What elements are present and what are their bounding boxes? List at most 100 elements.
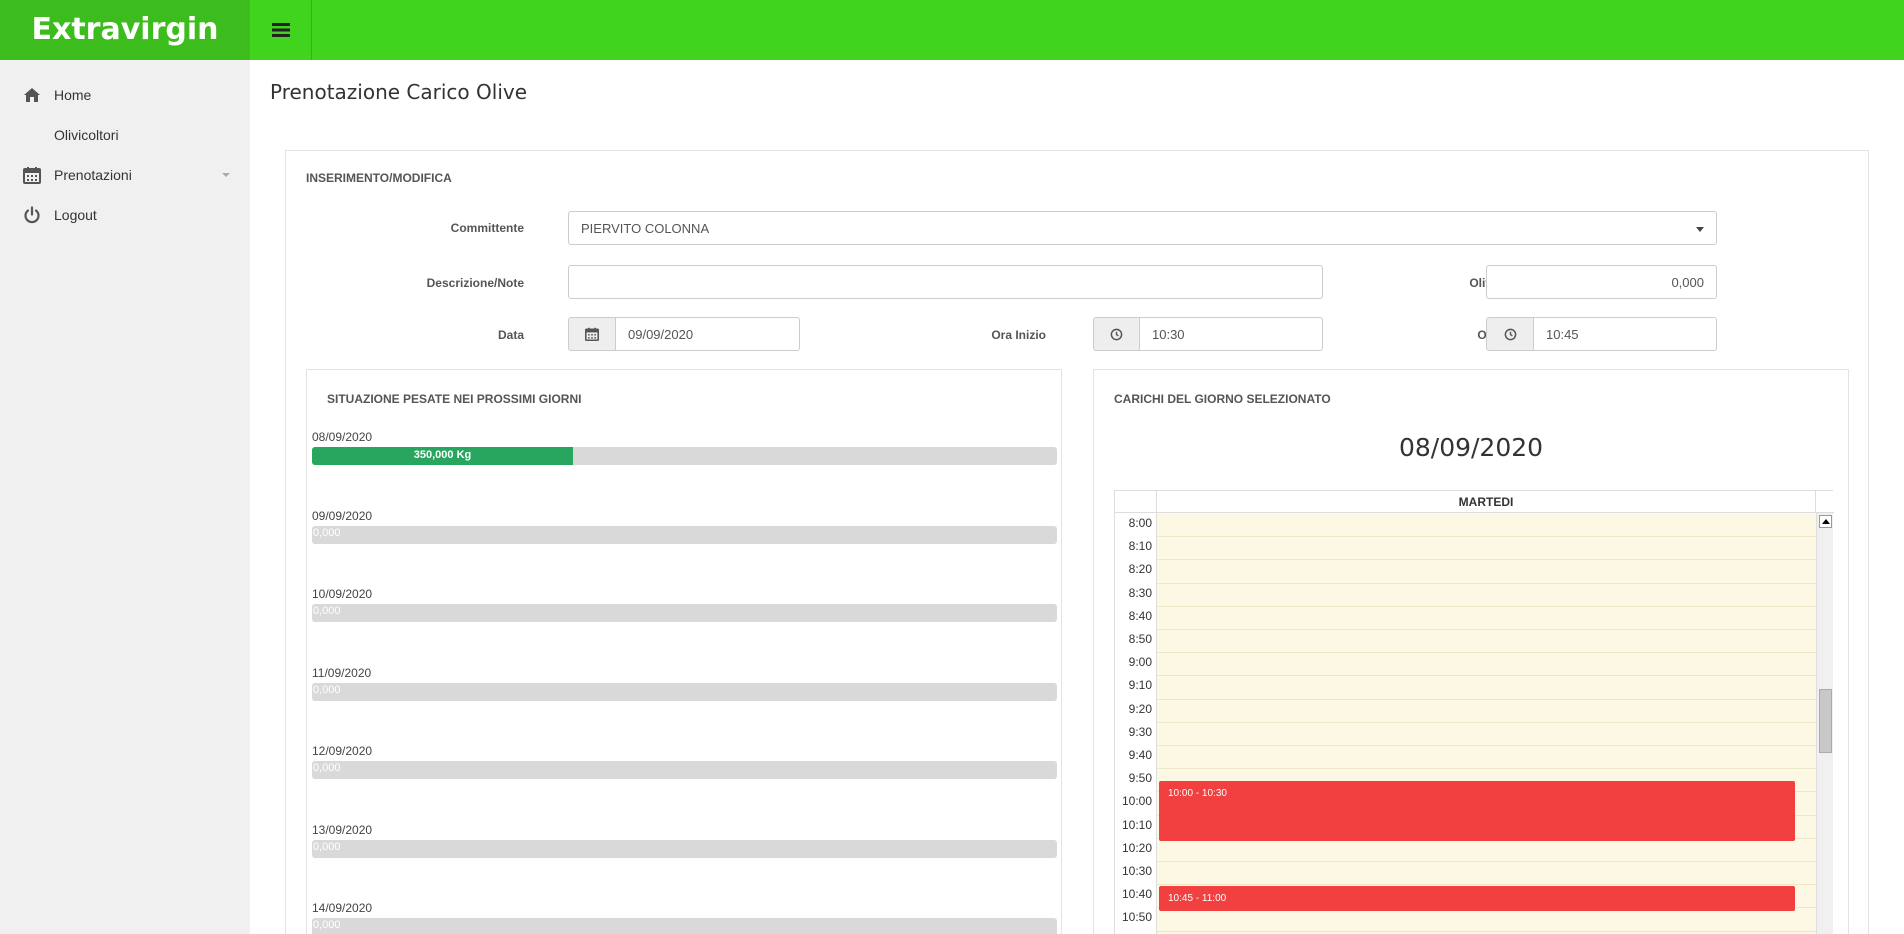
time-slot-divider [1157,536,1816,538]
day-date: 09/09/2020 [312,508,373,523]
time-slot-label: 8:20 [1128,562,1152,577]
day-date: 08/09/2020 [312,430,373,444]
committente-label: Committente [450,221,524,235]
weight-progress-bar: 350,000 Kg [312,447,1057,465]
section-title: INSERIMENTO/MODIFICA [306,171,452,185]
day-weight-row: 13/09/2020 0,000 [312,823,1057,873]
time-slot-label: 8:00 [1128,516,1152,530]
schedule-header: MARTEDI [1115,491,1834,513]
main-content: Prenotazione Carico Olive INSERIMENTO/MO… [250,60,1904,934]
data-input[interactable]: 09/09/2020 [615,317,800,351]
sidebar-item-label: Logout [54,207,97,223]
time-column: 8:00 8:10 8:20 8:30 8:40 8:50 9:00 9:10 9:20 9:30… [1115,513,1157,934]
ora-inizio-clock-addon[interactable] [1093,317,1140,351]
sidebar-item-olivicoltori[interactable]: Olivicoltori [0,115,250,155]
descrizione-input[interactable] [568,265,1323,299]
booking-event[interactable]: 10:00 - 10:30 [1159,781,1795,841]
weight-progress-label: 0,000 [313,605,341,617]
scrollbar-thumb[interactable] [1819,689,1832,753]
time-slot-label: 9:10 [1128,678,1152,693]
ora-fine-clock-addon[interactable] [1486,317,1534,351]
scroll-up-icon[interactable] [1819,515,1832,528]
menu-toggle-button[interactable] [250,0,312,60]
time-slot-label: 9:30 [1128,724,1152,739]
day-weight-row: 09/09/2020 0,000 [312,509,1057,559]
day-date: 14/09/2020 [312,901,373,915]
data-calendar-addon[interactable] [568,317,616,351]
sidebar-item-label: Prenotazioni [54,167,132,183]
time-slot-divider [1157,861,1816,862]
day-weight-row: 10/09/2020 0,000 [312,587,1057,637]
weight-progress-bar: 0,000 [312,761,1057,779]
time-slot-label: 8:50 [1128,632,1152,646]
top-bar: Extravirgin [0,0,1904,60]
time-slot-label: 10:50 [1121,910,1152,925]
home-icon [22,85,42,105]
time-slot-divider [1157,582,1816,584]
time-slot-label: 8:30 [1128,585,1152,600]
day-weight-row: 11/09/2020 0,000 [312,666,1057,716]
day-weight-row: 14/09/2020 0,000 [312,901,1057,934]
committente-value: PIERVITO COLONNA [581,220,710,236]
weight-progress-label: 0,000 [313,683,341,696]
day-date: 10/09/2020 [312,587,373,601]
calendar-panel: CARICHI DEL GIORNO SELEZIONATO 08/09/202… [1093,369,1849,934]
time-slot-divider [1157,605,1816,607]
time-slot-divider [1157,559,1816,561]
clock-icon [1504,328,1516,340]
time-slot-divider [1157,698,1816,700]
brand-logo[interactable]: Extravirgin [0,0,250,60]
sidebar: Home Olivicoltori Prenotazioni Logout [0,60,250,934]
weight-progress-bar: 0,000 [312,604,1057,622]
weight-progress-bar: 0,000 [312,918,1057,934]
time-slot-label: 9:40 [1128,748,1152,762]
day-schedule: MARTEDI 8:00 8:10 8:20 8:30 8:40 8:50 9:00 9:10… [1114,490,1834,934]
day-date: 13/09/2020 [312,822,373,837]
time-slot-divider [1157,745,1816,746]
sidebar-item-prenotazioni[interactable]: Prenotazioni [0,155,250,195]
weights-panel-title: SITUAZIONE PESATE NEI PROSSIMI GIORNI [327,392,582,406]
time-slot-divider [1157,675,1816,677]
time-slot-label: 10:10 [1121,817,1152,832]
chevron-down-icon [222,173,230,177]
time-slot-divider [1157,768,1816,770]
weight-progress-bar: 0,000 [312,682,1057,701]
time-slot-label: 10:30 [1121,864,1152,878]
weight-progress-label: 0,000 [313,526,341,539]
calendar-panel-title: CARICHI DEL GIORNO SELEZIONATO [1114,392,1331,406]
sidebar-item-home[interactable]: Home [0,75,250,115]
data-label: Data [497,328,524,342]
ora-inizio-label: Ora Inizio [991,328,1046,342]
time-slot-label: 10:20 [1121,840,1152,855]
weight-progress-label: 0,000 [313,919,341,931]
calendar-icon [22,165,42,185]
slot-area[interactable]: 10:00 - 10:30 10:45 - 11:00 [1157,513,1816,934]
sidebar-item-logout[interactable]: Logout [0,195,250,235]
time-slot-label: 8:40 [1128,608,1152,623]
weights-panel: SITUAZIONE PESATE NEI PROSSIMI GIORNI 08… [306,369,1062,934]
weight-progress-bar: 0,000 [312,839,1057,858]
schedule-body[interactable]: 8:00 8:10 8:20 8:30 8:40 8:50 9:00 9:10 9:20 9:30… [1115,513,1816,934]
clock-icon [1110,328,1123,340]
olive-kg-input[interactable]: 0,000 [1486,265,1717,299]
power-icon [22,205,42,225]
schedule-scrollbar[interactable] [1816,513,1833,934]
ora-inizio-input[interactable]: 10:30 [1139,317,1323,351]
booking-event[interactable]: 10:45 - 11:00 [1159,885,1795,911]
time-slot-label: 9:00 [1128,655,1152,670]
weight-progress-fill: 350,000 Kg [312,447,573,465]
weight-progress-bar: 0,000 [312,525,1057,544]
time-slot-label: 10:00 [1121,794,1152,809]
time-slot-divider [1157,629,1816,630]
ora-fine-input[interactable]: 10:45 [1533,317,1717,351]
time-slot-label: 10:40 [1121,887,1152,902]
selected-day-date: 08/09/2020 [1398,433,1544,462]
day-date: 12/09/2020 [312,744,373,758]
time-slot-label: 9:50 [1128,771,1152,786]
weight-progress-label: 0,000 [313,762,341,774]
time-slot-divider [1157,652,1816,654]
page-title: Prenotazione Carico Olive [270,80,528,104]
time-slot-label: 8:10 [1128,539,1152,554]
day-weight-row: 08/09/2020 350,000 Kg [312,430,1057,480]
committente-select[interactable]: PIERVITO COLONNA [568,211,1717,245]
